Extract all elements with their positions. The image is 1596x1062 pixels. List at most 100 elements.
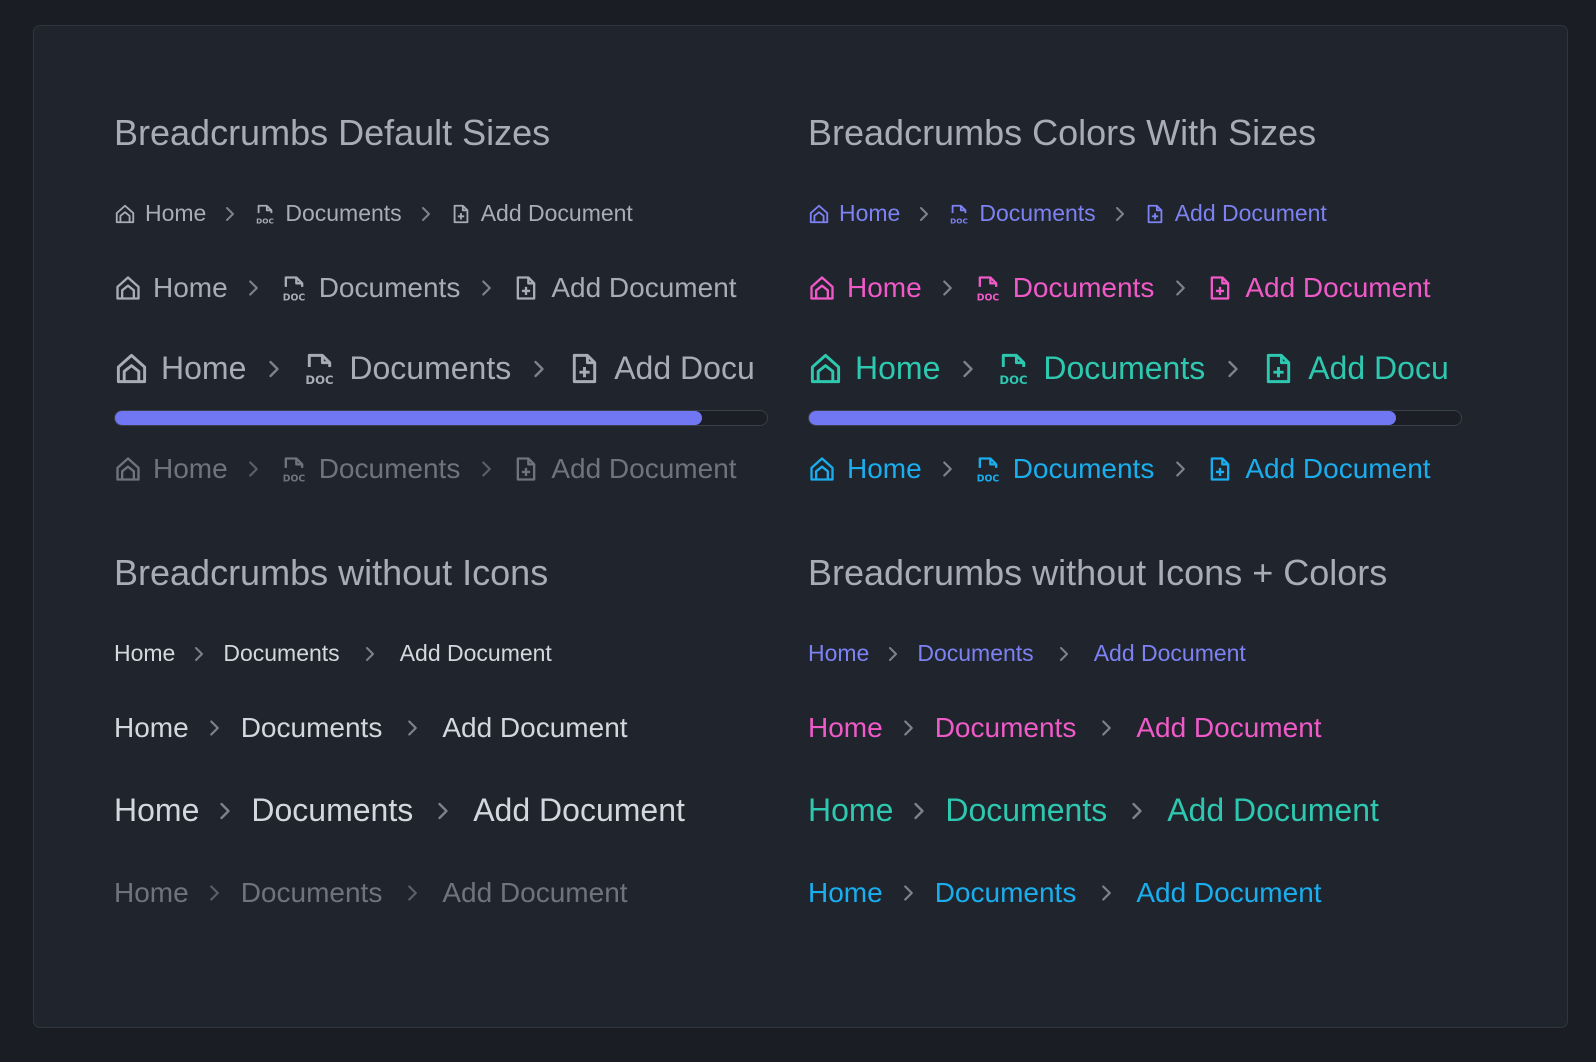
home-icon (809, 204, 829, 223)
crumb-documents[interactable]: Documents (935, 712, 1077, 744)
crumb-add-document[interactable]: Add Document (1206, 272, 1431, 304)
crumb-add-document[interactable]: Add Docu (567, 350, 755, 387)
doc-file-icon: DOC (976, 457, 999, 483)
svg-text:DOC: DOC (282, 473, 305, 483)
crumb-home[interactable]: Home (808, 453, 922, 485)
crumb-add-document[interactable]: Add Document (1094, 640, 1246, 667)
breadcrumb-no-icons-disabled: Home Documents Add Document (114, 877, 628, 909)
crumb-documents[interactable]: Documents (945, 792, 1107, 829)
progress-fill (115, 411, 702, 425)
crumb-add-document[interactable]: Add Document (1136, 712, 1321, 744)
crumb-documents[interactable]: DOC Documents (974, 453, 1154, 485)
crumb-label: Home (161, 350, 247, 386)
crumb-label: Home (153, 272, 228, 303)
breadcrumb-default-disabled: Home DOC Documents Add Document (114, 453, 737, 485)
crumb-add-document[interactable]: Add Document (473, 792, 685, 829)
chevron-right-icon (228, 460, 280, 478)
scroll-progress-bar[interactable] (114, 410, 768, 426)
crumb-home[interactable]: Home (114, 712, 189, 744)
crumb-home[interactable]: Home (114, 200, 206, 227)
doc-file-icon: DOC (951, 204, 969, 225)
breadcrumbs-showcase-card: Breadcrumbs Default Sizes Home DOC Docum… (33, 25, 1568, 1028)
crumb-home[interactable]: Home (114, 640, 175, 667)
file-plus-icon (516, 457, 536, 481)
crumb-documents[interactable]: DOC Documents (302, 350, 511, 387)
crumb-add-document[interactable]: Add Document (450, 200, 633, 227)
breadcrumb-no-icons-small: Home Documents Add Document (114, 640, 552, 667)
crumb-label: Add Docu (614, 350, 755, 386)
file-plus-icon (1210, 457, 1230, 481)
crumb-documents[interactable]: DOC Documents (974, 272, 1154, 304)
crumb-home[interactable]: Home (114, 350, 246, 387)
crumb-documents[interactable]: DOC Documents (996, 350, 1205, 387)
crumb-home[interactable]: Home (808, 792, 893, 829)
crumb-add-document[interactable]: Add Document (1144, 200, 1327, 227)
doc-file-icon: DOC (282, 457, 305, 483)
home-icon (810, 353, 841, 384)
chevron-right-icon (189, 719, 241, 737)
crumb-home[interactable]: Home (114, 877, 189, 909)
crumb-add-document[interactable]: Add Document (1206, 453, 1431, 485)
crumb-documents[interactable]: Documents (223, 640, 339, 667)
section-title-no-icons: Breadcrumbs without Icons (114, 552, 549, 593)
crumb-home[interactable]: Home (808, 640, 869, 667)
crumb-documents[interactable]: Documents (241, 877, 383, 909)
crumb-label: Documents (349, 350, 512, 386)
crumb-add-document[interactable]: Add Document (1136, 877, 1321, 909)
breadcrumb-no-icons-large: Home Documents Add Document (114, 792, 685, 829)
chevron-right-icon (883, 719, 935, 737)
crumb-documents[interactable]: DOC Documents (254, 200, 402, 227)
breadcrumb-default-medium: Home DOC Documents Add Document (114, 272, 737, 304)
crumb-label: Documents (1043, 350, 1206, 386)
crumb-documents[interactable]: DOC Documents (280, 272, 461, 304)
crumb-home[interactable]: Home (808, 712, 883, 744)
crumb-home[interactable]: Home (808, 200, 900, 227)
crumb-documents[interactable]: Documents (251, 792, 413, 829)
crumb-label: Home (153, 453, 228, 484)
chevron-right-icon (1205, 359, 1261, 379)
crumb-add-document[interactable]: Add Document (1167, 792, 1379, 829)
chevron-right-icon (382, 719, 442, 737)
chevron-right-icon (893, 801, 945, 821)
svg-text:DOC: DOC (1000, 373, 1028, 386)
chevron-right-icon (206, 206, 254, 222)
crumb-home[interactable]: Home (114, 453, 228, 485)
chevron-right-icon (460, 279, 512, 297)
breadcrumb-pink-medium: Home DOC Documents Add Document (808, 272, 1431, 304)
crumb-label: Add Document (1245, 453, 1431, 484)
svg-text:DOC: DOC (951, 216, 969, 224)
crumb-label: Add Document (551, 453, 737, 484)
crumb-home[interactable]: Home (808, 877, 883, 909)
chevron-right-icon (189, 884, 241, 902)
crumb-add-document[interactable]: Add Document (442, 712, 627, 744)
crumb-add-document[interactable]: Add Docu (1261, 350, 1449, 387)
crumb-home[interactable]: Home (114, 272, 228, 304)
crumb-documents[interactable]: Documents (241, 712, 383, 744)
breadcrumb-sky-no-icons: Home Documents Add Document (808, 877, 1322, 909)
crumb-add-document[interactable]: Add Document (442, 877, 627, 909)
crumb-documents[interactable]: DOC Documents (948, 200, 1096, 227)
breadcrumb-default-large: Home DOC Documents Add Docu (114, 350, 768, 387)
crumb-home[interactable]: Home (808, 272, 922, 304)
crumb-label: Add Document (480, 200, 633, 226)
section-title-colors-sizes: Breadcrumbs Colors With Sizes (808, 112, 1317, 153)
scroll-progress-bar[interactable] (808, 410, 1462, 426)
chevron-right-icon (922, 279, 974, 297)
crumb-home[interactable]: Home (808, 350, 940, 387)
crumb-label: Add Document (1174, 200, 1327, 226)
crumb-add-document[interactable]: Add Document (512, 453, 737, 485)
crumb-documents[interactable]: Documents (917, 640, 1033, 667)
crumb-add-document[interactable]: Add Document (400, 640, 552, 667)
crumb-label: Documents (318, 272, 461, 303)
file-plus-icon (1147, 204, 1163, 223)
chevron-right-icon (1076, 719, 1136, 737)
crumb-home[interactable]: Home (114, 792, 199, 829)
chevron-right-icon (1076, 884, 1136, 902)
home-icon (116, 353, 147, 384)
svg-text:DOC: DOC (306, 373, 334, 386)
chevron-right-icon (922, 460, 974, 478)
crumb-documents[interactable]: Documents (935, 877, 1077, 909)
crumb-documents[interactable]: DOC Documents (280, 453, 460, 485)
chevron-right-icon (175, 646, 223, 662)
crumb-add-document[interactable]: Add Document (512, 272, 737, 304)
